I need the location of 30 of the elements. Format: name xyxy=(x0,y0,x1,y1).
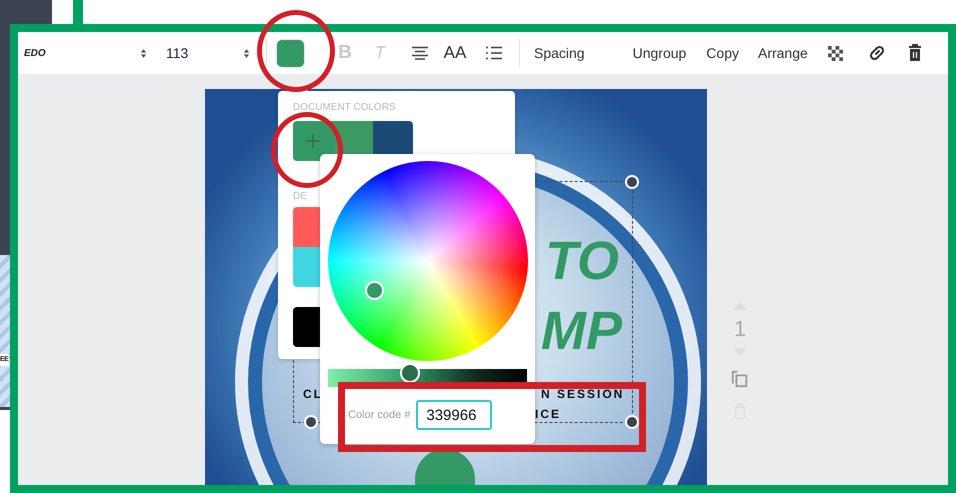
font-dropdown[interactable]: EDO xyxy=(24,48,140,58)
color-code-label: Color code # xyxy=(348,409,410,421)
color-code-field[interactable]: 339966 xyxy=(416,400,492,430)
toolbar-button[interactable]: Spacing xyxy=(534,45,585,61)
toolbar-button[interactable]: Arrange xyxy=(758,45,808,61)
transparency-icon[interactable] xyxy=(828,46,843,60)
align-center-icon[interactable] xyxy=(411,46,429,60)
list-icon[interactable] xyxy=(485,46,503,60)
toolbar-button[interactable]: Ungroup xyxy=(632,45,686,61)
page-number: 1 xyxy=(734,318,746,340)
headline-text: TO xyxy=(545,234,620,288)
subtitle-text: N SESSION xyxy=(541,387,624,401)
slider-thumb[interactable] xyxy=(400,363,420,383)
up-down-icon[interactable] xyxy=(243,48,250,58)
link-icon[interactable] xyxy=(868,44,886,62)
letter-case-button[interactable]: AA xyxy=(441,43,469,63)
text-color-button[interactable] xyxy=(277,40,304,66)
subtitle-text: CL xyxy=(303,387,323,401)
up-down-icon[interactable] xyxy=(140,48,147,58)
color-handle[interactable] xyxy=(365,281,384,300)
add-color-button[interactable] xyxy=(293,121,333,161)
toolbar-button[interactable]: Copy xyxy=(706,45,739,61)
trash-icon[interactable] xyxy=(908,44,922,62)
section-title: DE xyxy=(293,191,308,202)
headline-text: MP xyxy=(541,304,622,358)
section-title: DOCUMENT COLORS xyxy=(293,102,397,113)
plus-icon xyxy=(306,134,320,148)
subtitle-text: ICE xyxy=(535,407,562,421)
template-thumbnail[interactable] xyxy=(0,255,10,407)
font-size-field[interactable]: 113 xyxy=(166,45,243,61)
